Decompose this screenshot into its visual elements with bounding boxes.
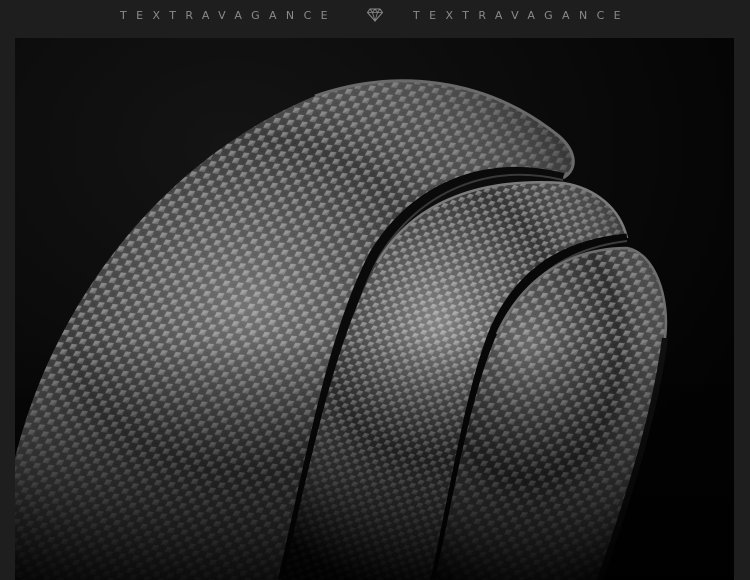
belt-photo (15, 38, 734, 580)
brand-name-left: TEXTRAVAGANCE (119, 8, 337, 22)
brand-header: TEXTRAVAGANCE TEXTRAVAGANCE (0, 0, 750, 30)
product-photo-panel (15, 38, 734, 580)
brand-name-right: TEXTRAVAGANCE (413, 8, 631, 22)
page-frame: TEXTRAVAGANCE TEXTRAVAGANCE (0, 0, 750, 580)
diamond-icon (367, 8, 383, 22)
